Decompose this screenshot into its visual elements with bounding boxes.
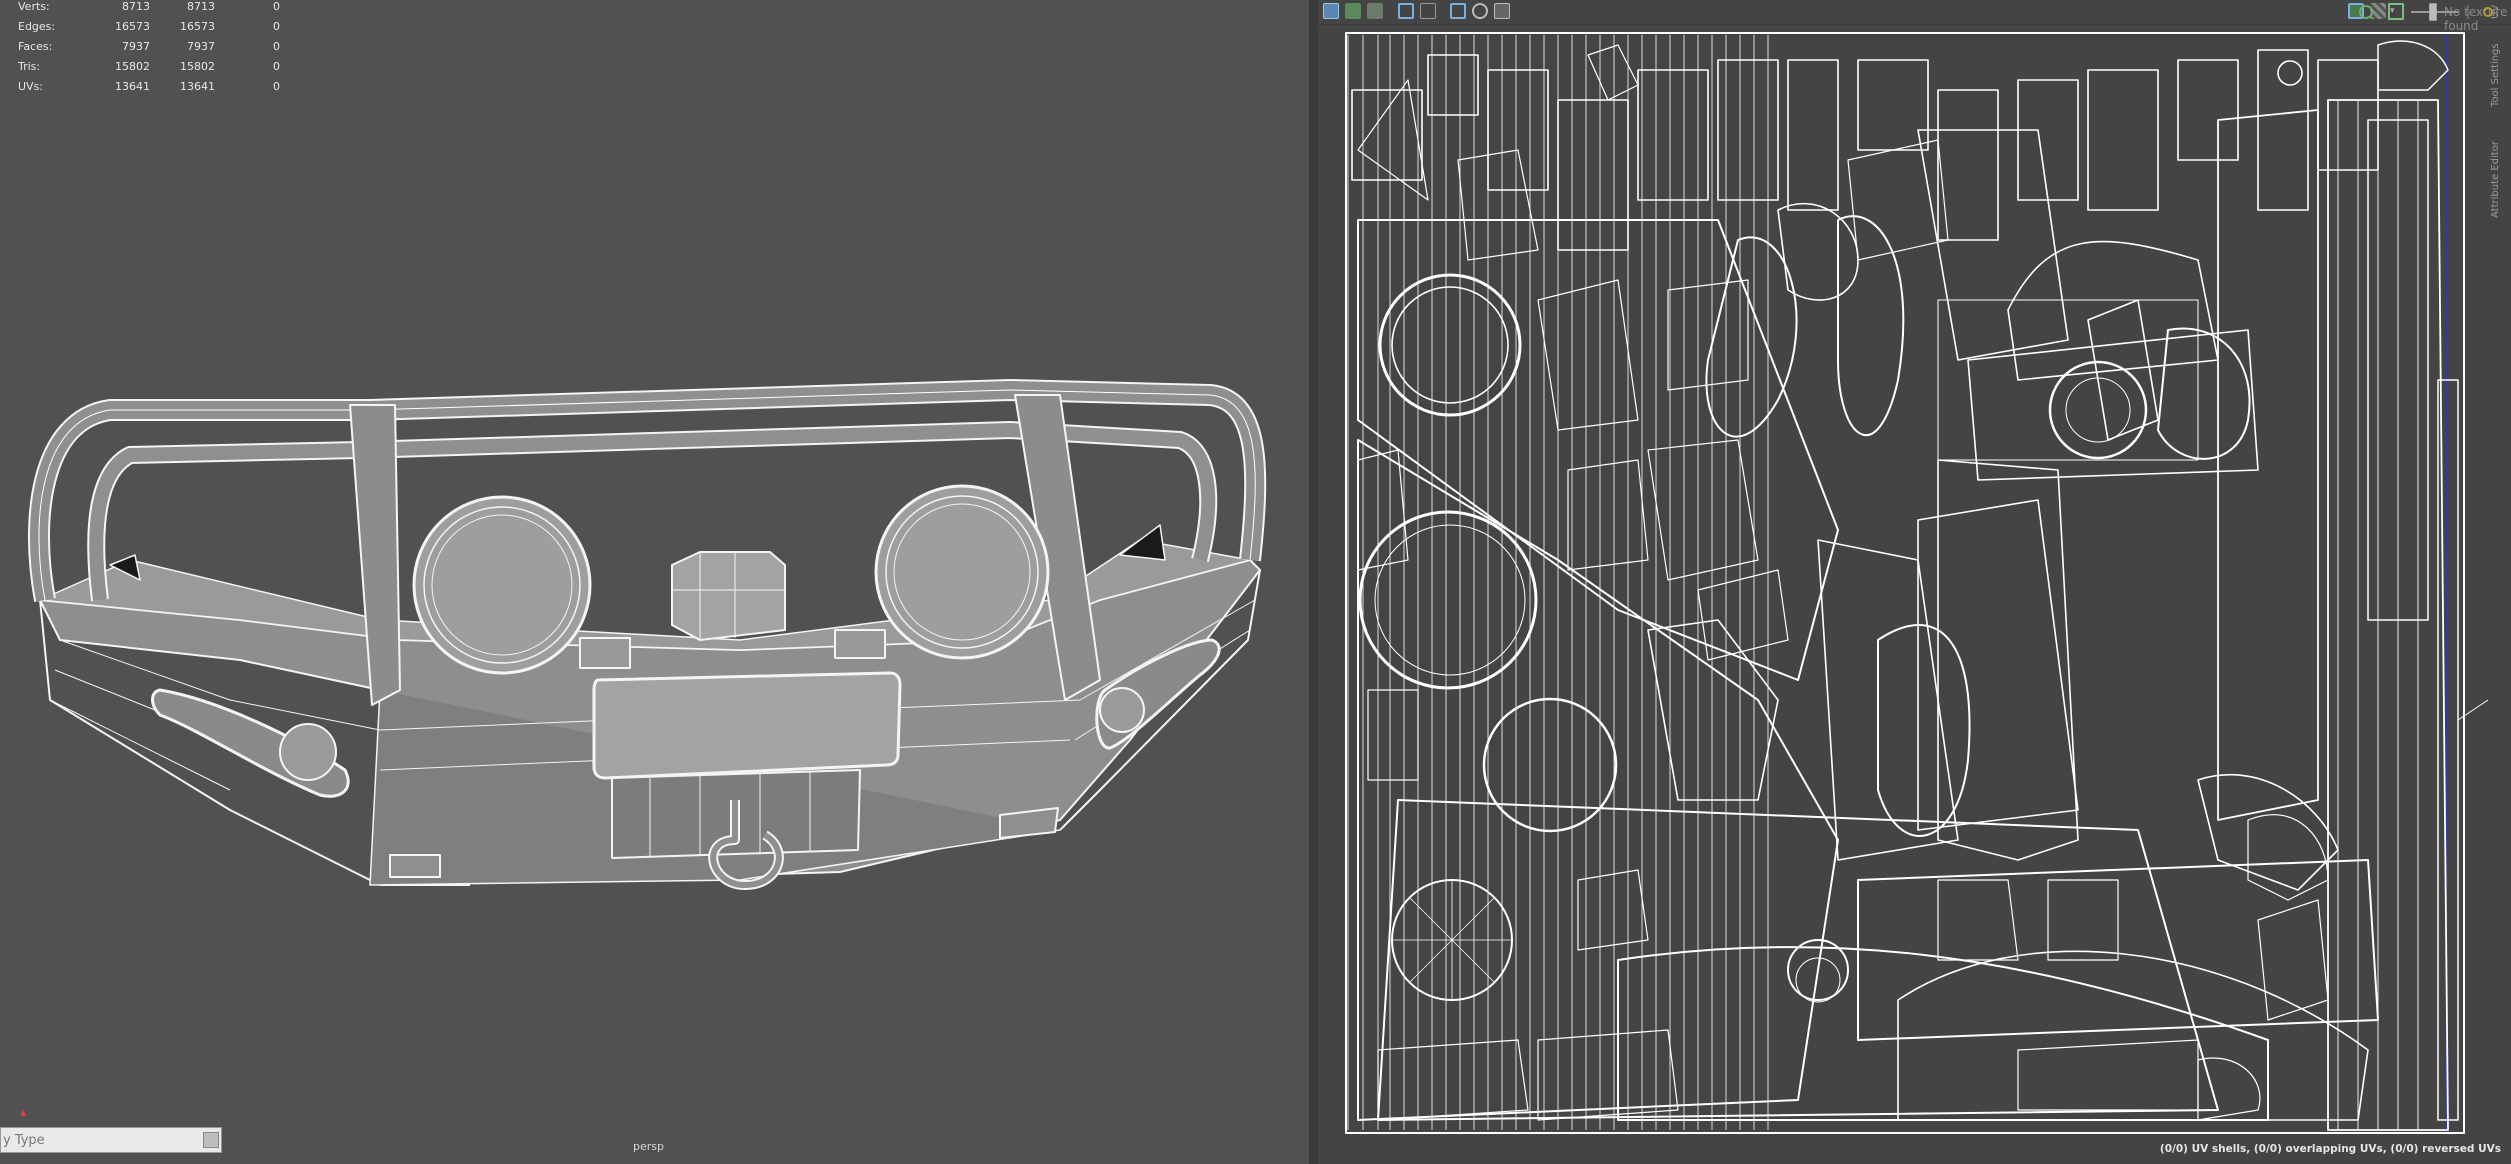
uv-status-line: (0/0) UV shells, (0/0) overlapping UVs, … [2159,1143,2501,1155]
uv-layout-canvas[interactable] [1318,0,2511,1164]
bumper-model-wireframe[interactable] [0,0,1309,1164]
tab-uv[interactable]: UV [2490,0,2511,24]
command-line-marker: ▴ [20,1105,27,1119]
uv-channel-icon[interactable] [2467,5,2493,19]
uv-exposure-slider-icon[interactable] [2411,3,2458,21]
command-line-input[interactable]: y Type [0,1127,222,1153]
perspective-viewport[interactable]: Verts: 8713 8713 0 Edges: 16573 16573 0 … [0,0,1309,1164]
panel-splitter[interactable] [1309,0,1318,1164]
tab-attribute-editor[interactable]: Attribute Editor [2490,130,2511,230]
camera-label: persp [633,1140,664,1153]
uv-color-management-icon[interactable] [2359,3,2404,20]
uv-editor-panel[interactable]: ▾ No texture found Tool Settings Attribu… [1318,0,2511,1164]
command-line-text: y Type [3,1133,45,1148]
tab-tool-settings[interactable]: Tool Settings [2490,30,2511,120]
script-editor-button[interactable] [203,1132,219,1148]
